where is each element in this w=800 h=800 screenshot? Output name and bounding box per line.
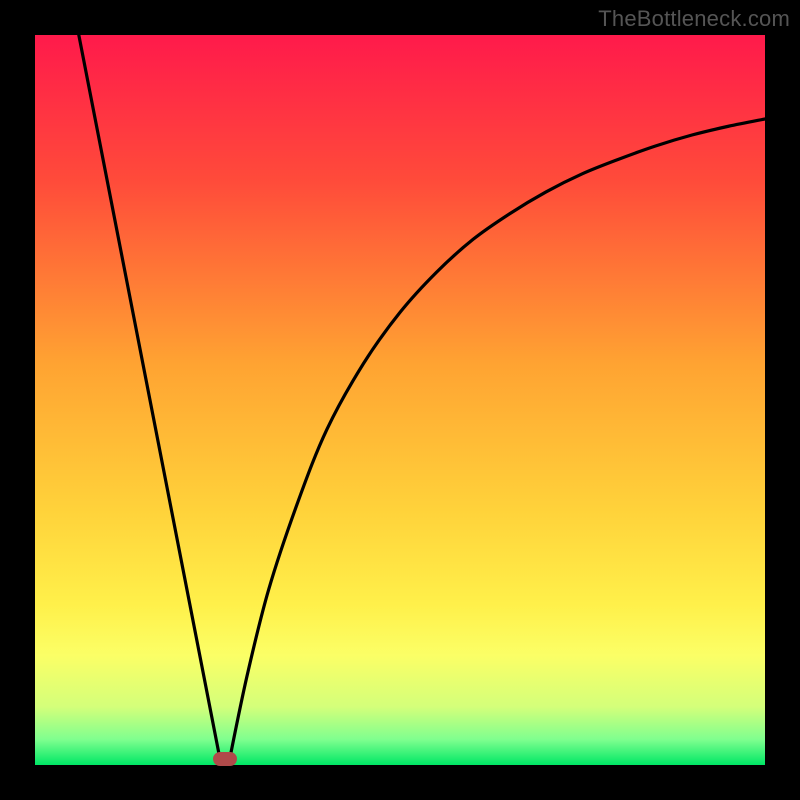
bottleneck-marker [213, 752, 237, 766]
watermark-text: TheBottleneck.com [598, 6, 790, 32]
chart-frame [35, 35, 765, 765]
bottleneck-chart [35, 35, 765, 765]
